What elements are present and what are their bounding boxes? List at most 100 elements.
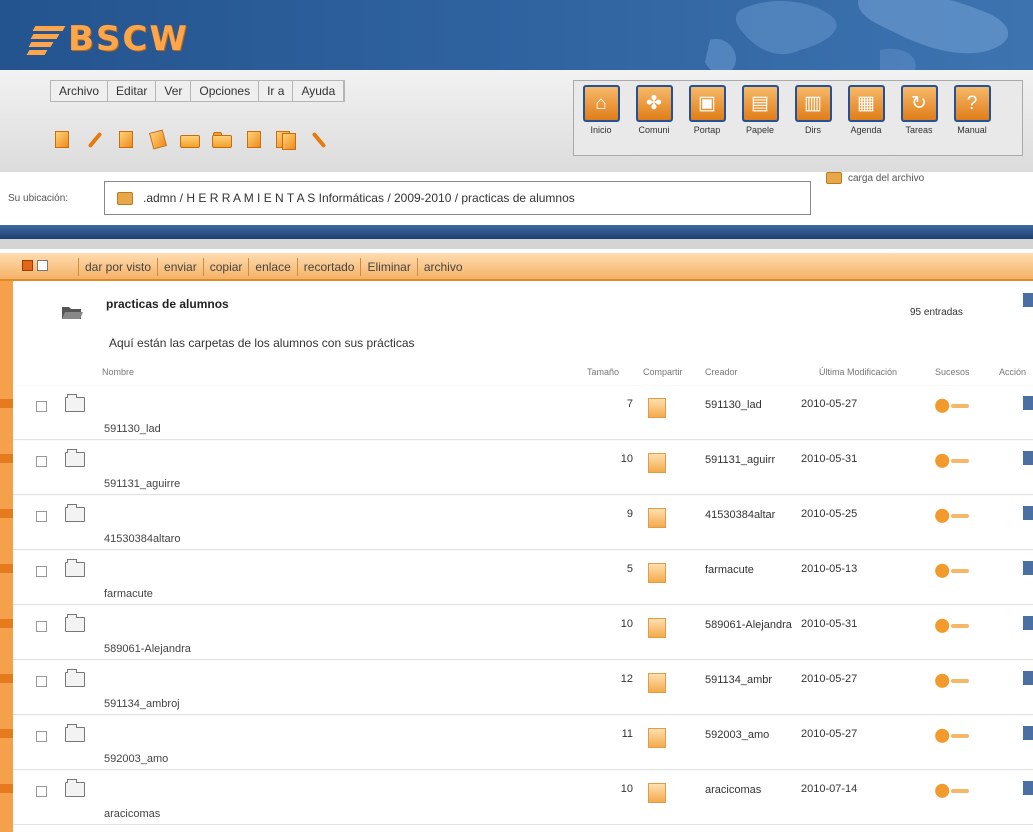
nav-inicio-button[interactable]: ⌂ Inicio — [577, 85, 625, 143]
row-name-link[interactable]: 589061-Alejandra — [104, 643, 191, 655]
row-actions-icon[interactable] — [1023, 616, 1033, 630]
shared-folder-icon[interactable] — [648, 783, 666, 803]
folder-icon[interactable] — [65, 669, 85, 687]
row-actions-icon[interactable] — [1023, 671, 1033, 685]
menu-editar[interactable]: Editar — [108, 81, 157, 101]
mail-icon[interactable] — [180, 130, 200, 150]
row-name-link[interactable]: 591134_ambroj — [104, 698, 180, 710]
copy-icon[interactable] — [116, 130, 136, 150]
events-icon[interactable] — [935, 780, 971, 798]
folder-icon[interactable] — [65, 614, 85, 632]
upload-file-link[interactable]: carga del archivo — [826, 172, 924, 184]
document-icon[interactable] — [244, 130, 264, 150]
row-creator-link[interactable]: 591131_aguirr — [705, 453, 800, 468]
shared-folder-icon[interactable] — [648, 618, 666, 638]
events-icon[interactable] — [935, 615, 971, 633]
nav-dirs-button[interactable]: ▥ Dirs — [789, 85, 837, 143]
table-row[interactable]: farmacute 5 farmacute 2010-05-13 — [0, 550, 1033, 605]
row-checkbox[interactable] — [36, 566, 47, 577]
shared-folder-icon[interactable] — [648, 673, 666, 693]
col-header-events[interactable]: Sucesos — [935, 367, 970, 377]
shared-folder-icon[interactable] — [648, 453, 666, 473]
table-row[interactable]: aracicomas 10 aracicomas 2010-07-14 — [0, 770, 1033, 825]
menu-ayuda[interactable]: Ayuda — [293, 81, 345, 101]
row-creator-link[interactable]: 591134_ambr — [705, 673, 800, 688]
row-creator-link[interactable]: 589061-Alejandra — [705, 618, 800, 633]
col-header-name[interactable]: Nombre — [102, 367, 134, 377]
col-header-creator[interactable]: Creador — [705, 367, 738, 377]
table-row[interactable]: 591131_aguirre 10 591131_aguirr 2010-05-31 — [0, 440, 1033, 495]
nav-tareas-button[interactable]: ↻ Tareas — [895, 85, 943, 143]
op-eliminar[interactable]: Eliminar — [360, 258, 416, 276]
table-row[interactable]: 41530384altaro 9 41530384altar 2010-05-25 — [0, 495, 1033, 550]
nav-manual-button[interactable]: ? Manual — [948, 85, 996, 143]
row-name-link[interactable]: farmacute — [104, 588, 153, 600]
row-name-link[interactable]: aracicomas — [104, 808, 160, 820]
col-header-shared[interactable]: Compartir — [643, 367, 683, 377]
row-checkbox[interactable] — [36, 401, 47, 412]
location-breadcrumb[interactable]: .admn / H E R R A M I E N T A S Informát… — [104, 181, 811, 215]
row-creator-link[interactable]: farmacute — [705, 563, 800, 578]
shared-folder-icon[interactable] — [648, 563, 666, 583]
folder-icon[interactable] — [65, 724, 85, 742]
row-checkbox[interactable] — [36, 786, 47, 797]
row-checkbox[interactable] — [36, 511, 47, 522]
table-row[interactable]: 589061-Alejandra 10 589061-Alejandra 2010-0… — [0, 605, 1033, 660]
op-dar-por-visto[interactable]: dar por visto — [78, 258, 157, 276]
move-icon[interactable] — [148, 129, 168, 150]
breadcrumb-path[interactable]: .admn / H E R R A M I E N T A S Informát… — [143, 191, 575, 205]
row-creator-link[interactable]: 41530384altar — [705, 508, 800, 523]
row-name-link[interactable]: 592003_amo — [104, 753, 168, 765]
row-creator-link[interactable]: 591130_lad — [705, 398, 800, 413]
folder-icon[interactable] — [65, 449, 85, 467]
documents-icon[interactable] — [276, 130, 296, 150]
folder-actions-icon[interactable] — [1023, 293, 1033, 307]
edit-icon[interactable] — [84, 130, 104, 150]
row-actions-icon[interactable] — [1023, 396, 1033, 410]
row-creator-link[interactable]: aracicomas — [705, 783, 800, 798]
folder-icon[interactable] — [65, 394, 85, 412]
op-archivo[interactable]: archivo — [416, 258, 469, 276]
events-icon[interactable] — [935, 725, 971, 743]
col-header-size[interactable]: Tamaño — [587, 367, 619, 377]
nav-comuni-button[interactable]: ✤ Comuni — [630, 85, 678, 143]
table-row[interactable]: 591130_lad 7 591130_lad 2010-05-27 — [0, 385, 1033, 440]
folder-icon[interactable] — [65, 504, 85, 522]
select-all-icon[interactable] — [22, 260, 33, 271]
nav-agenda-button[interactable]: ▦ Agenda — [842, 85, 890, 143]
row-checkbox[interactable] — [36, 676, 47, 687]
row-actions-icon[interactable] — [1023, 781, 1033, 795]
shared-folder-icon[interactable] — [648, 508, 666, 528]
menu-archivo[interactable]: Archivo — [51, 81, 109, 101]
menu-ver[interactable]: Ver — [156, 81, 192, 101]
table-row[interactable]: 592003_amo 11 592003_amo 2010-05-27 — [0, 715, 1033, 770]
events-icon[interactable] — [935, 670, 971, 688]
row-checkbox[interactable] — [36, 456, 47, 467]
row-creator-link[interactable]: 592003_amo — [705, 728, 800, 743]
folder-icon[interactable] — [65, 559, 85, 577]
row-actions-icon[interactable] — [1023, 726, 1033, 740]
row-actions-icon[interactable] — [1023, 561, 1033, 575]
row-name-link[interactable]: 41530384altaro — [104, 533, 180, 545]
col-header-modified[interactable]: Última Modificación — [819, 367, 897, 377]
row-checkbox[interactable] — [36, 731, 47, 742]
select-none-icon[interactable] — [37, 260, 48, 271]
events-icon[interactable] — [935, 560, 971, 578]
shared-folder-icon[interactable] — [648, 728, 666, 748]
nav-papele-button[interactable]: ▤ Papele — [736, 85, 784, 143]
events-icon[interactable] — [935, 505, 971, 523]
shared-folder-icon[interactable] — [648, 398, 666, 418]
table-row[interactable]: 591134_ambroj 12 591134_ambr 2010-05-27 — [0, 660, 1033, 715]
row-checkbox[interactable] — [36, 621, 47, 632]
events-icon[interactable] — [935, 450, 971, 468]
link-icon[interactable] — [308, 130, 328, 150]
op-recortado[interactable]: recortado — [296, 258, 361, 276]
events-icon[interactable] — [935, 395, 971, 413]
row-name-link[interactable]: 591131_aguirre — [104, 478, 180, 490]
op-enviar[interactable]: enviar — [157, 258, 203, 276]
menu-ir-a[interactable]: Ir a — [259, 81, 294, 101]
nav-portap-button[interactable]: ▣ Portap — [683, 85, 731, 143]
row-name-link[interactable]: 591130_lad — [104, 423, 161, 435]
folder-icon[interactable] — [65, 779, 85, 797]
new-document-icon[interactable] — [52, 130, 72, 150]
